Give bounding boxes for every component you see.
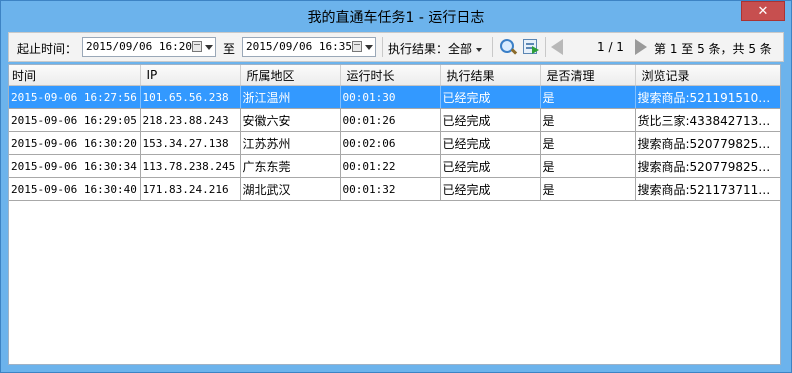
cell-history: 搜索商品:52117371121... bbox=[635, 177, 780, 201]
toolbar-divider bbox=[545, 37, 546, 57]
to-label: 至 bbox=[223, 42, 236, 56]
cell-duration: 00:01:30 bbox=[340, 85, 441, 109]
cell-region: 湖北武汉 bbox=[240, 177, 341, 201]
column-header-region[interactable]: 所属地区 bbox=[240, 65, 341, 86]
toolbar-divider bbox=[382, 37, 383, 57]
table-row[interactable]: 2015-09-06 16:27:56 101.65.56.238 浙江温州 0… bbox=[9, 85, 780, 109]
column-header-time[interactable]: 时间 bbox=[9, 65, 141, 86]
cell-time: 2015-09-06 16:29:05 bbox=[9, 108, 141, 132]
result-filter-label: 执行结果： bbox=[388, 42, 449, 56]
log-window: 我的直通车任务1 - 运行日志 ✕ 起止时间： 2015/09/06 16:20… bbox=[0, 0, 792, 373]
table-row[interactable]: 2015-09-06 16:29:05 218.23.88.243 安徽六安 0… bbox=[9, 108, 780, 132]
cell-duration: 00:02:06 bbox=[340, 131, 441, 155]
export-button[interactable] bbox=[520, 37, 542, 57]
column-header-result[interactable]: 执行结果 bbox=[440, 65, 541, 86]
cell-time: 2015-09-06 16:30:40 bbox=[9, 177, 141, 201]
cell-result: 已经完成 bbox=[440, 154, 541, 178]
result-filter-value: 全部 bbox=[448, 42, 473, 56]
log-table[interactable]: 时间 IP 所属地区 运行时长 执行结果 是否清理 浏览记录 2015-09-0… bbox=[8, 64, 781, 365]
cell-cleaned: 是 bbox=[540, 85, 636, 109]
toolbar: 起止时间： 2015/09/06 16:20 至 2015/09/06 16:3… bbox=[8, 32, 784, 62]
chevron-down-icon[interactable] bbox=[365, 45, 373, 50]
chevron-down-icon[interactable] bbox=[205, 45, 213, 50]
cell-ip: 101.65.56.238 bbox=[140, 85, 241, 109]
cell-cleaned: 是 bbox=[540, 154, 636, 178]
cell-region: 江苏苏州 bbox=[240, 131, 341, 155]
calendar-icon[interactable] bbox=[192, 41, 202, 52]
cell-duration: 00:01:32 bbox=[340, 177, 441, 201]
window-title: 我的直通车任务1 - 运行日志 bbox=[307, 10, 485, 26]
column-header-cleaned[interactable]: 是否清理 bbox=[540, 65, 636, 86]
cell-result: 已经完成 bbox=[440, 131, 541, 155]
cell-cleaned: 是 bbox=[540, 131, 636, 155]
title-bar[interactable]: 我的直通车任务1 - 运行日志 ✕ bbox=[1, 1, 791, 31]
cell-cleaned: 是 bbox=[540, 177, 636, 201]
start-date-value: 2015/09/06 16:20 bbox=[86, 40, 192, 53]
table-row[interactable]: 2015-09-06 16:30:20 153.34.27.138 江苏苏州 0… bbox=[9, 131, 780, 155]
cell-ip: 171.83.24.216 bbox=[140, 177, 241, 201]
cell-region: 浙江温州 bbox=[240, 85, 341, 109]
cell-ip: 153.34.27.138 bbox=[140, 131, 241, 155]
cell-time: 2015-09-06 16:27:56 bbox=[9, 85, 141, 109]
start-date-picker[interactable]: 2015/09/06 16:20 bbox=[82, 37, 216, 57]
cell-history: 搜索商品:52077982562... bbox=[635, 131, 780, 155]
cell-history: 搜索商品:52077982562... bbox=[635, 154, 780, 178]
cell-result: 已经完成 bbox=[440, 108, 541, 132]
cell-ip: 218.23.88.243 bbox=[140, 108, 241, 132]
cell-region: 广东东莞 bbox=[240, 154, 341, 178]
cell-region: 安徽六安 bbox=[240, 108, 341, 132]
cell-ip: 113.78.238.245 bbox=[140, 154, 241, 178]
calendar-icon[interactable] bbox=[352, 41, 362, 52]
column-header-history[interactable]: 浏览记录 bbox=[635, 65, 780, 86]
cell-history: 货比三家:43384271333... bbox=[635, 108, 780, 132]
cell-time: 2015-09-06 16:30:20 bbox=[9, 131, 141, 155]
end-date-picker[interactable]: 2015/09/06 16:35 bbox=[242, 37, 376, 57]
close-button[interactable]: ✕ bbox=[741, 1, 785, 21]
cell-result: 已经完成 bbox=[440, 85, 541, 109]
cell-result: 已经完成 bbox=[440, 177, 541, 201]
end-date-value: 2015/09/06 16:35 bbox=[246, 40, 352, 53]
cell-time: 2015-09-06 16:30:34 bbox=[9, 154, 141, 178]
column-header-duration[interactable]: 运行时长 bbox=[340, 65, 441, 86]
table-row[interactable]: 2015-09-06 16:30:40 171.83.24.216 湖北武汉 0… bbox=[9, 177, 780, 201]
cell-duration: 00:01:22 bbox=[340, 154, 441, 178]
table-header-row: 时间 IP 所属地区 运行时长 执行结果 是否清理 浏览记录 bbox=[9, 65, 780, 86]
cell-history: 搜索商品:52119151053... bbox=[635, 85, 780, 109]
time-range-label: 起止时间： bbox=[17, 42, 78, 56]
column-header-ip[interactable]: IP bbox=[140, 65, 241, 86]
prev-page-icon[interactable] bbox=[551, 39, 563, 55]
cell-cleaned: 是 bbox=[540, 108, 636, 132]
chevron-down-icon bbox=[476, 47, 483, 52]
export-arrow-icon bbox=[532, 46, 539, 54]
search-icon-handle bbox=[510, 48, 518, 55]
next-page-icon[interactable] bbox=[635, 39, 647, 55]
result-filter-dropdown[interactable]: 全部 bbox=[448, 40, 483, 57]
record-summary: 第 1 至 5 条，共 5 条 bbox=[654, 42, 772, 56]
cell-duration: 00:01:26 bbox=[340, 108, 441, 132]
page-indicator: 1 / 1 bbox=[597, 40, 624, 54]
table-row[interactable]: 2015-09-06 16:30:34 113.78.238.245 广东东莞 … bbox=[9, 154, 780, 178]
toolbar-divider bbox=[492, 37, 493, 57]
search-button[interactable] bbox=[497, 37, 519, 57]
